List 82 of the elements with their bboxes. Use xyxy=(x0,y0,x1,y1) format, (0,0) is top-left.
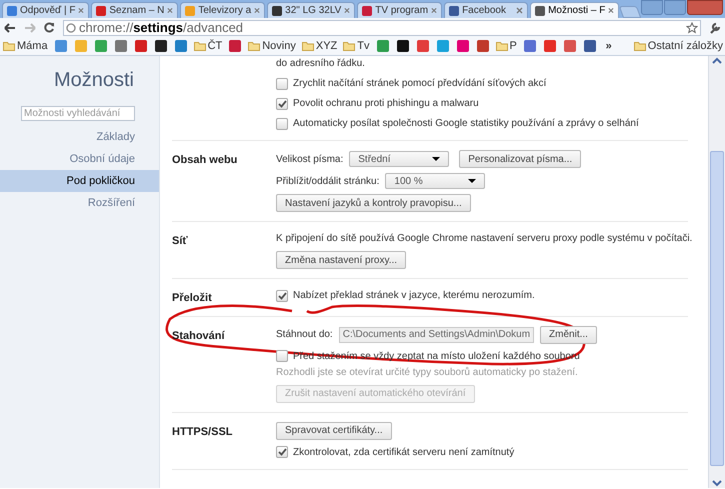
close-button[interactable] xyxy=(687,0,724,15)
caret-icon xyxy=(468,179,476,183)
scrollbar[interactable] xyxy=(708,56,725,488)
folder-icon xyxy=(634,41,646,51)
browser-tab[interactable]: TV program xyxy=(357,2,442,18)
tab-close-icon[interactable] xyxy=(78,7,84,14)
tab-close-icon[interactable] xyxy=(608,7,614,14)
sidebar-title: Možnosti xyxy=(52,68,135,92)
sidebar-item[interactable]: Osobní údaje xyxy=(0,148,159,170)
bookmark-favicon-icon[interactable] xyxy=(396,40,408,52)
button[interactable]: Spravovat certifikáty... xyxy=(276,422,392,440)
field-label: Velikost písma: xyxy=(276,152,344,166)
bookmark-favicon-icon[interactable] xyxy=(584,40,596,52)
browser-tab[interactable]: 32" LG 32LV xyxy=(267,2,356,18)
checkbox[interactable] xyxy=(276,118,288,130)
tab-close-icon[interactable] xyxy=(254,7,260,14)
star-icon[interactable] xyxy=(686,22,698,34)
reload-icon[interactable] xyxy=(44,22,55,33)
scrollbar-thumb[interactable] xyxy=(710,151,724,466)
bookmark-folder[interactable]: Tv xyxy=(342,38,370,54)
folder-icon xyxy=(194,41,206,51)
button[interactable]: Změna nastavení proxy... xyxy=(276,251,406,269)
checkbox-label: Nabízet překlad stránek v jazyce, kterému nerozumím. xyxy=(293,289,535,303)
bookmark-folder[interactable]: XYZ xyxy=(300,38,338,54)
bookmark-folder[interactable]: Noviny xyxy=(247,38,297,54)
globe-icon xyxy=(66,22,76,32)
browser-tab[interactable]: Odpověď | F xyxy=(2,2,90,18)
folder-icon xyxy=(343,41,356,51)
sidebar-item[interactable]: Pod pokličkou xyxy=(0,170,159,192)
url-text: chrome://settings/advanced xyxy=(79,21,244,34)
checkbox-label: Automaticky posílat společnosti Google statistiky používání a zprávy o selhání xyxy=(293,117,639,131)
scroll-up-icon[interactable] xyxy=(711,56,723,66)
description-text: K připojení do sítě používá Google Chrome nastavení serveru proxy podle systému v počítači. xyxy=(276,232,692,246)
sidebar-item[interactable]: Rozšíření xyxy=(0,192,159,214)
bookmark-folder[interactable]: Ostatní záložky xyxy=(634,38,723,54)
tab-close-icon[interactable] xyxy=(431,7,438,14)
hint-text: Rozhodli jste se otevírat určité typy souborů automaticky po stažení. xyxy=(276,366,578,380)
bookmark-favicon-icon[interactable] xyxy=(154,40,167,52)
folder-icon xyxy=(496,41,508,51)
checkbox[interactable] xyxy=(276,350,288,362)
section-heading: Obsah webu xyxy=(172,153,238,168)
sidebar-item[interactable]: Základy xyxy=(0,126,159,148)
back-icon[interactable] xyxy=(4,22,16,32)
scroll-down-icon[interactable] xyxy=(711,478,723,488)
section-heading: HTTPS/SSL xyxy=(172,424,234,440)
button[interactable]: Personalizovat písma... xyxy=(459,150,582,168)
checkbox-label: Povolit ochranu proti phishingu a malwaru xyxy=(293,97,479,111)
bookmark-folder[interactable]: ČT xyxy=(192,38,224,54)
browser-tab[interactable]: Televizory a xyxy=(180,2,266,18)
browser-tab[interactable]: Možnosti – F xyxy=(530,2,620,18)
checkbox[interactable] xyxy=(276,446,288,458)
browser-tab[interactable]: Facebook xyxy=(444,2,528,18)
folder-icon xyxy=(3,41,15,51)
field-label: Stáhnout do: xyxy=(276,328,333,342)
section-heading: Přeložit xyxy=(172,291,213,306)
description-text: do adresního řádku. xyxy=(276,57,365,71)
checkbox[interactable] xyxy=(276,78,288,90)
button[interactable]: Nastavení jazyků a kontroly pravopisu... xyxy=(276,194,471,212)
checkbox[interactable] xyxy=(276,290,288,302)
section-heading: Stahování xyxy=(172,328,226,344)
browser-tab[interactable]: Seznam – N xyxy=(91,2,178,18)
bookmark-folder[interactable]: Máma xyxy=(2,38,49,54)
caret-icon xyxy=(432,157,440,161)
search-field[interactable]: Možnosti vyhledávání xyxy=(21,106,135,121)
wrench-icon[interactable] xyxy=(709,22,721,34)
section-heading: Síť xyxy=(172,234,189,249)
folder-icon xyxy=(248,41,260,51)
button[interactable]: Změnit... xyxy=(540,326,597,344)
bookmark-folder[interactable]: P xyxy=(494,38,518,54)
checkbox-label: Zrychlit načítání stránek pomocí předvídání síťových akcí xyxy=(293,77,546,91)
folder-icon xyxy=(302,41,314,51)
field-label: Přiblížit/oddálit stránku: xyxy=(276,174,380,188)
tab-close-icon[interactable] xyxy=(344,7,350,14)
dropdown[interactable]: 100 % xyxy=(385,173,486,189)
path-field[interactable]: C:\Documents and Settings\Admin\Dokum xyxy=(338,326,534,342)
tab-close-icon[interactable] xyxy=(516,7,524,14)
checkbox[interactable] xyxy=(276,98,288,110)
dropdown[interactable]: Střední xyxy=(349,151,450,167)
tab-close-icon[interactable] xyxy=(167,7,174,14)
checkbox-label: Zkontrolovat, zda certifikát serveru není zamítnutý xyxy=(293,446,514,460)
address-bar[interactable]: chrome://settings/advanced xyxy=(63,20,701,36)
more-bookmarks-button[interactable]: » xyxy=(604,38,614,54)
